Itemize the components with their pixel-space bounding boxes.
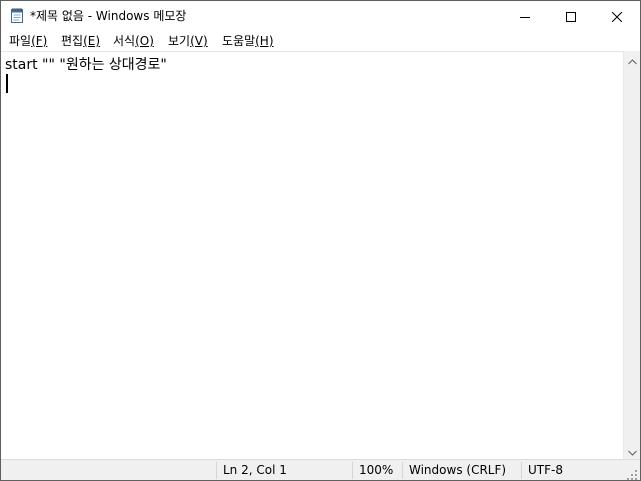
- notepad-icon: [9, 7, 25, 24]
- menu-file[interactable]: 파일(F): [8, 33, 48, 49]
- menu-help[interactable]: 도움말(H): [221, 33, 275, 49]
- maximize-icon: [566, 7, 576, 26]
- chevron-up-icon: [628, 50, 637, 69]
- line-ending: Windows (CRLF): [409, 463, 507, 477]
- menu-edit[interactable]: 편집(E): [60, 33, 101, 49]
- text-caret: [6, 74, 8, 93]
- menu-format-label: 서식: [113, 34, 136, 48]
- menu-format[interactable]: 서식(O): [112, 33, 155, 49]
- menu-file-accel: (F): [31, 34, 48, 48]
- maximize-button[interactable]: [548, 1, 594, 31]
- status-bar: Ln 2, Col 1 100% Windows (CRLF) UTF-8: [1, 459, 640, 480]
- menu-edit-label: 편집: [61, 34, 84, 48]
- menu-help-accel: (H): [255, 34, 274, 48]
- close-icon: [611, 7, 623, 26]
- resize-grip-icon[interactable]: [626, 466, 638, 480]
- minimize-icon: [520, 7, 530, 26]
- window-title: *제목 없음 - Windows 메모장: [30, 9, 187, 23]
- scroll-up-button[interactable]: [624, 51, 641, 68]
- menu-edit-accel: (E): [83, 34, 101, 48]
- text-editor[interactable]: start "" "원하는 상대경로": [1, 51, 623, 459]
- notepad-window: *제목 없음 - Windows 메모장 파일(F) 편집(E) 서식(O) 보…: [0, 0, 641, 481]
- zoom-level: 100%: [359, 463, 394, 477]
- title-bar[interactable]: *제목 없음 - Windows 메모장: [1, 1, 640, 31]
- text-encoding: UTF-8: [528, 463, 563, 477]
- cursor-position: Ln 2, Col 1: [223, 463, 287, 477]
- editor-line-1[interactable]: start "" "원하는 상대경로": [5, 55, 167, 75]
- close-button[interactable]: [594, 1, 640, 31]
- menu-help-label: 도움말: [222, 34, 256, 48]
- menu-view[interactable]: 보기(V): [167, 33, 209, 49]
- chevron-down-icon: [628, 441, 637, 460]
- scroll-down-button[interactable]: [624, 442, 641, 459]
- menu-format-accel: (O): [135, 34, 154, 48]
- menu-view-label: 보기: [168, 34, 191, 48]
- menu-view-accel: (V): [190, 34, 208, 48]
- vertical-scrollbar[interactable]: [623, 51, 640, 459]
- menu-file-label: 파일: [9, 34, 32, 48]
- menu-bar: 파일(F) 편집(E) 서식(O) 보기(V) 도움말(H): [1, 31, 640, 51]
- minimize-button[interactable]: [502, 1, 548, 31]
